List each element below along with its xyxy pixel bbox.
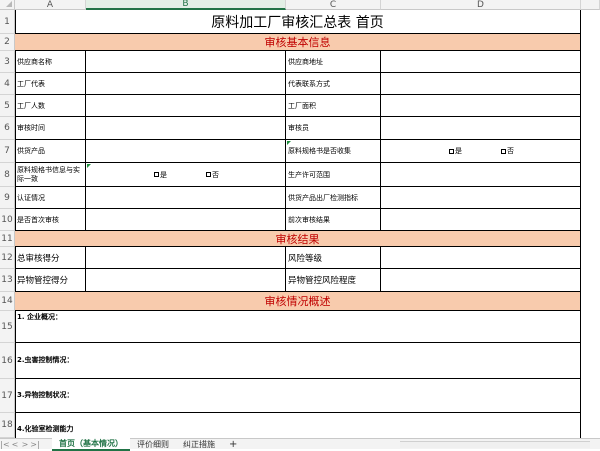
row-header[interactable]: 3 (0, 51, 15, 73)
label-previous-result[interactable]: 前次审核结果 (286, 209, 381, 231)
section-header-result[interactable]: 审核结果 (15, 231, 581, 247)
total-score-field[interactable] (86, 247, 286, 269)
label-rep-contact[interactable]: 代表联系方式 (286, 73, 381, 95)
label-auditor[interactable]: 审核员 (286, 117, 381, 140)
label-supply-products[interactable]: 供货产品 (15, 140, 86, 163)
row-header[interactable]: 13 (0, 269, 15, 292)
spec-collected-yes-checkbox[interactable]: 是 (449, 146, 462, 156)
sheet-tab-bar: |< < > >| 首页（基本情况） 评价细则 纠正措施 + (0, 437, 600, 451)
label-total-score[interactable]: 总审核得分 (15, 247, 86, 269)
select-all-corner[interactable] (0, 0, 15, 10)
label-certification[interactable]: 认证情况 (15, 187, 86, 209)
checkbox-yes-label: 是 (455, 147, 462, 155)
comment-marker (287, 141, 291, 145)
label-factory-test-index[interactable]: 供货产品出厂检测指标 (286, 187, 381, 209)
next-sheet-button[interactable]: > (20, 440, 30, 449)
spec-consistent-yes-checkbox[interactable]: 是 (154, 170, 167, 180)
row-header[interactable]: 12 (0, 247, 15, 269)
rep-contact-field[interactable] (381, 73, 581, 95)
row-header[interactable]: 6 (0, 117, 15, 140)
section-header-overview[interactable]: 审核情况概述 (15, 292, 581, 311)
row-header[interactable]: 2 (0, 34, 15, 51)
first-sheet-button[interactable]: |< (0, 440, 10, 449)
row-header[interactable]: 4 (0, 73, 15, 95)
label-spec-consistent[interactable]: 原料规格书信息与实际一致 (15, 163, 86, 187)
row-header[interactable]: 5 (0, 95, 15, 117)
factory-test-index-field[interactable] (381, 187, 581, 209)
section-header-basic-info[interactable]: 审核基本信息 (15, 34, 581, 51)
row-header[interactable]: 17 (0, 379, 15, 413)
label-supplier-name[interactable]: 供应商名称 (15, 51, 86, 73)
row-header[interactable]: 18 (0, 413, 15, 438)
checkbox-box-icon (449, 148, 454, 154)
label-factory-staff[interactable]: 工厂人数 (15, 95, 86, 117)
supply-products-field[interactable] (86, 140, 286, 163)
label-factory-area[interactable]: 工厂面积 (286, 95, 381, 117)
spec-collected-options: 是 否 (381, 140, 581, 163)
audit-time-field[interactable] (86, 117, 286, 140)
overview-company-profile[interactable]: 1. 企业概况： (15, 311, 581, 343)
checkbox-box-icon (501, 148, 506, 154)
first-audit-field[interactable] (86, 209, 286, 231)
row-header[interactable]: 8 (0, 163, 15, 187)
label-foreign-score[interactable]: 异物管控得分 (15, 269, 86, 292)
overview-lab-capability[interactable]: 4.化验室检测能力 (15, 413, 581, 438)
last-sheet-button[interactable]: >| (30, 440, 40, 449)
checkbox-box-icon (206, 172, 211, 177)
factory-area-field[interactable] (381, 95, 581, 117)
row-header[interactable]: 15 (0, 311, 15, 343)
row-header[interactable]: 16 (0, 343, 15, 379)
row-header[interactable]: 14 (0, 292, 15, 311)
previous-result-field[interactable] (381, 209, 581, 231)
checkbox-yes-label: 是 (160, 170, 167, 179)
column-header-a[interactable]: A (15, 0, 86, 10)
row-header[interactable]: 9 (0, 187, 15, 209)
foreign-score-field[interactable] (86, 269, 286, 292)
column-header-b[interactable]: B (86, 0, 286, 10)
sheet-tab-corrective-actions[interactable]: 纠正措施 (176, 438, 222, 450)
add-sheet-button[interactable]: + (222, 438, 244, 450)
auditor-field[interactable] (381, 117, 581, 140)
foreign-risk-field[interactable] (381, 269, 581, 292)
label-spec-collected[interactable]: 原料规格书是否收集 (286, 140, 381, 163)
overview-foreign-matter-control[interactable]: 3.异物控制状况： (15, 379, 581, 413)
checkbox-no-label: 否 (507, 147, 514, 155)
label-factory-rep[interactable]: 工厂代表 (15, 73, 86, 95)
spec-consistent-options: 是 否 (86, 163, 286, 187)
checkbox-box-icon (154, 172, 159, 177)
label-foreign-risk[interactable]: 异物管控风险程度 (286, 269, 381, 292)
previous-sheet-button[interactable]: < (10, 440, 20, 449)
supplier-name-field[interactable] (86, 51, 286, 73)
factory-staff-field[interactable] (86, 95, 286, 117)
certification-field[interactable] (86, 187, 286, 209)
label-first-audit[interactable]: 是否首次审核 (15, 209, 86, 231)
spec-collected-no-checkbox[interactable]: 否 (501, 146, 514, 156)
row-header[interactable]: 10 (0, 209, 15, 231)
factory-rep-field[interactable] (86, 73, 286, 95)
page-title[interactable]: 原料加工厂审核汇总表 首页 (15, 10, 581, 34)
column-header-d[interactable]: D (381, 0, 581, 10)
spec-consistent-no-checkbox[interactable]: 否 (206, 170, 219, 180)
supplier-address-field[interactable] (381, 51, 581, 73)
risk-level-field[interactable] (381, 247, 581, 269)
label-risk-level[interactable]: 风险等级 (286, 247, 381, 269)
column-header-c[interactable]: C (286, 0, 381, 10)
horizontal-scrollbar[interactable] (400, 441, 590, 448)
checkbox-no-label: 否 (212, 170, 219, 179)
label-production-license[interactable]: 生产许可范围 (286, 163, 381, 187)
row-header[interactable]: 7 (0, 140, 15, 163)
sheet-tab-criteria[interactable]: 评价细则 (130, 438, 176, 450)
row-header[interactable]: 11 (0, 231, 15, 247)
label-audit-time[interactable]: 审核时间 (15, 117, 86, 140)
label-supplier-address[interactable]: 供应商地址 (286, 51, 381, 73)
overview-pest-control[interactable]: 2.虫害控制情况： (15, 343, 581, 379)
production-license-field[interactable] (381, 163, 581, 187)
row-header[interactable]: 1 (0, 10, 15, 34)
column-header-extra[interactable] (581, 0, 600, 10)
